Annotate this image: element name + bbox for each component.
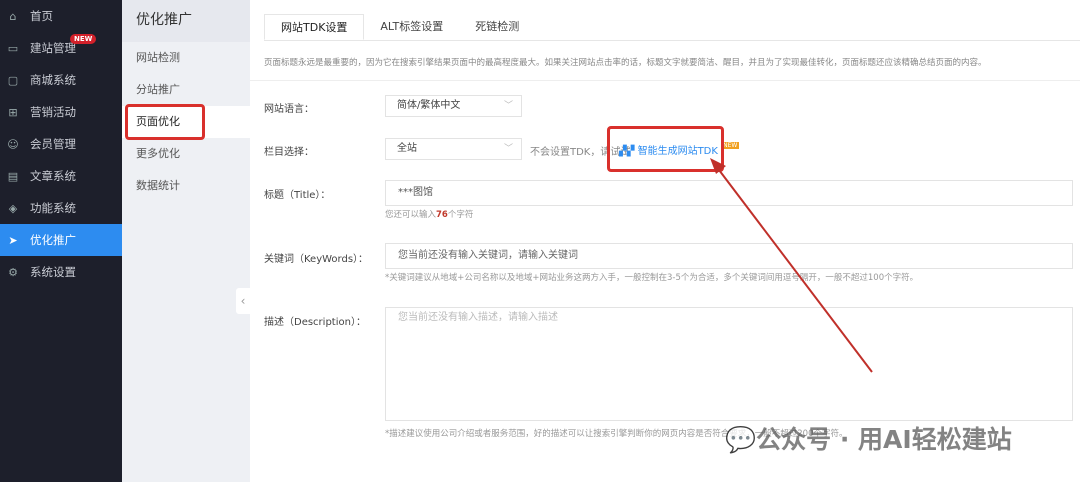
annotation-arrow [710,158,873,373]
watermark-text: 公众号 · 用AI轻松建站 [756,425,1012,454]
wechat-icon: 💬 [725,425,757,454]
watermark: 💬公众号 · 用AI轻松建站 [725,420,1012,456]
